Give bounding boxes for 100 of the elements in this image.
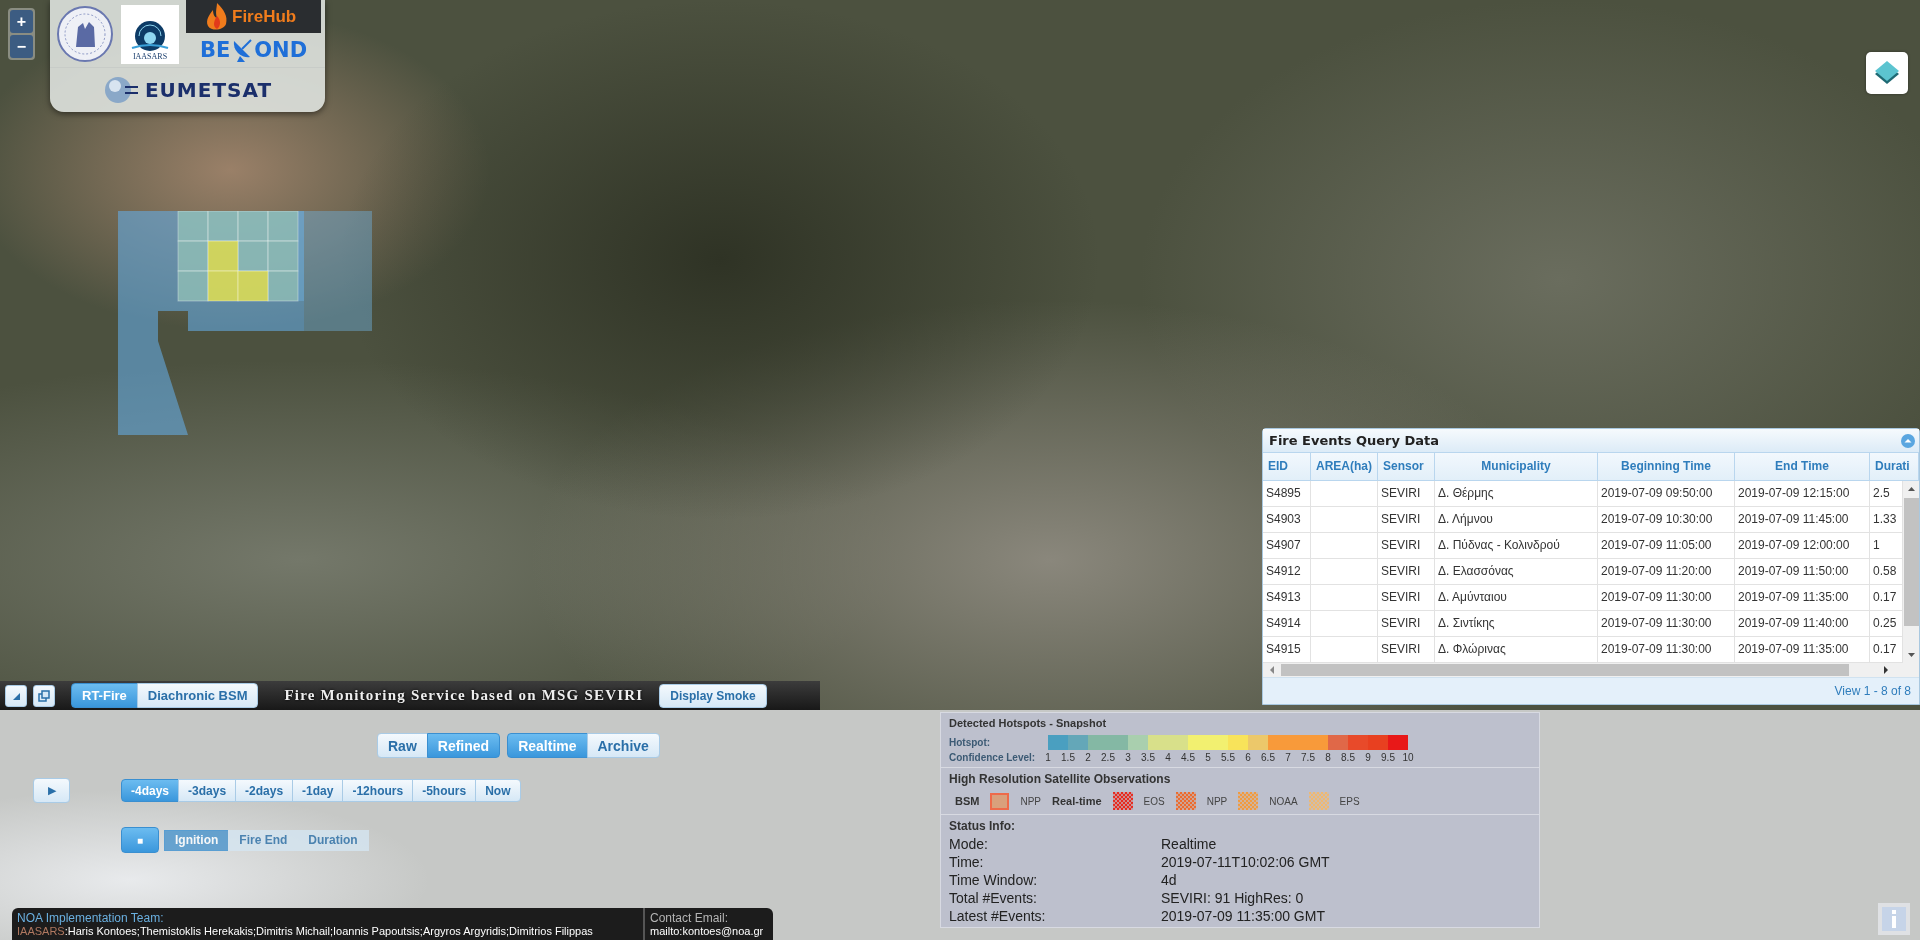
table-cell: S4913 xyxy=(1263,585,1311,610)
table-cell: 2019-07-09 11:35:00 xyxy=(1735,585,1870,610)
scale-tick-label: 1.5 xyxy=(1060,752,1076,763)
time-range-button[interactable]: -1day xyxy=(292,779,344,802)
column-header[interactable]: Sensor xyxy=(1378,453,1435,480)
table-cell: SEVIRI xyxy=(1378,559,1435,584)
table-cell: S4895 xyxy=(1263,481,1311,506)
scale-tick-label: 3.5 xyxy=(1140,752,1156,763)
table-cell: Δ. Λήμνου xyxy=(1435,507,1598,532)
contact-heading: Contact Email: xyxy=(650,911,730,925)
logo-text: BE xyxy=(199,38,231,62)
orbit-icon xyxy=(131,20,169,52)
scale-tick-label: 4 xyxy=(1164,752,1172,763)
status-value: 4d xyxy=(1161,871,1178,889)
status-value: 2019-07-09 11:35:00 GMT xyxy=(1161,907,1326,925)
table-cell: Δ. Θέρμης xyxy=(1435,481,1598,506)
scale-tick-label: 8 xyxy=(1324,752,1332,763)
zoom-in-button[interactable]: + xyxy=(10,10,33,33)
zoom-out-button[interactable]: − xyxy=(10,35,33,58)
time-range-button[interactable]: -5hours xyxy=(412,779,477,802)
collapse-icon[interactable] xyxy=(1901,433,1915,448)
table-cell: 2019-07-09 11:20:00 xyxy=(1598,559,1735,584)
column-header[interactable]: AREA(ha) xyxy=(1311,453,1378,480)
mode-tab[interactable]: Diachronic BSM xyxy=(136,683,259,708)
table-cell: 2019-07-09 11:30:00 xyxy=(1598,611,1735,636)
table-cell: SEVIRI xyxy=(1378,611,1435,636)
contact-link[interactable]: mailto:kontoes@noa.gr xyxy=(650,925,768,937)
scale-tick-label: 3 xyxy=(1124,752,1132,763)
scale-tick-label: 8.5 xyxy=(1340,752,1356,763)
table-cell: 2019-07-09 11:40:00 xyxy=(1735,611,1870,636)
scale-tick-label: 6 xyxy=(1244,752,1252,763)
time-range-button[interactable]: -3days xyxy=(178,779,237,802)
status-value: 2019-07-11T10:02:06 GMT xyxy=(1161,853,1331,871)
info-button[interactable] xyxy=(1878,903,1910,935)
legend-label: NOAA xyxy=(1269,795,1298,807)
emblem-icon xyxy=(56,5,114,63)
time-range-button[interactable]: -12hours xyxy=(342,779,414,802)
table-cell: SEVIRI xyxy=(1378,507,1435,532)
table-cell: S4912 xyxy=(1263,559,1311,584)
scale-tick-label: 5 xyxy=(1204,752,1212,763)
table-cell: 2019-07-09 11:30:00 xyxy=(1598,637,1735,662)
scale-tick-label: 9.5 xyxy=(1380,752,1396,763)
scale-tick-label: 2.5 xyxy=(1100,752,1116,763)
table-cell: S4907 xyxy=(1263,533,1311,558)
table-cell: Δ. Πύδνας - Κολινδρού xyxy=(1435,533,1598,558)
column-header[interactable]: Beginning Time xyxy=(1598,453,1735,480)
legend-title: High Resolution Satellite Observations xyxy=(949,772,1172,786)
satellite-dish-icon xyxy=(231,38,254,62)
column-header[interactable]: EID xyxy=(1263,453,1311,480)
product-toggle[interactable]: Raw xyxy=(377,733,428,758)
layers-button[interactable] xyxy=(1866,52,1908,94)
table-cell: 2019-07-09 10:30:00 xyxy=(1598,507,1735,532)
column-header[interactable]: End Time xyxy=(1735,453,1870,480)
logo-text: FireHub xyxy=(232,6,297,27)
status-label: Time: xyxy=(949,853,985,871)
legend-label: EPS xyxy=(1339,795,1360,807)
globe-icon xyxy=(102,75,139,105)
column-header[interactable]: Durati xyxy=(1870,453,1919,480)
time-range-button[interactable]: -4days xyxy=(121,779,180,802)
logo-text: EUMETSAT xyxy=(144,78,273,102)
team-members: :Haris Kontoes;Themistoklis Herekakis;Dimitris Michail;Ioannis Papoutsis;Argyros Argyridis;Dimitrios Filippas xyxy=(64,925,593,937)
vertical-scrollbar[interactable] xyxy=(1903,481,1919,663)
legend-label: EOS xyxy=(1143,795,1165,807)
window-button[interactable] xyxy=(33,684,55,707)
status-value: Realtime xyxy=(1161,835,1218,853)
status-title: Status Info: xyxy=(949,819,1016,833)
scale-tick-label: 7 xyxy=(1284,752,1292,763)
scale-tick-label: 7.5 xyxy=(1300,752,1316,763)
table-cell: Δ. Φλώρινας xyxy=(1435,637,1598,662)
time-range-button[interactable]: -2days xyxy=(235,779,294,802)
scale-tick-label: 4.5 xyxy=(1180,752,1196,763)
mode-toggle[interactable]: Archive xyxy=(586,733,660,758)
info-icon xyxy=(1890,910,1898,928)
status-label: Latest #Events: xyxy=(949,907,1047,925)
column-header[interactable]: Municipality xyxy=(1435,453,1598,480)
mode-toggle[interactable]: Realtime xyxy=(507,733,588,758)
scale-tick-label: 6.5 xyxy=(1260,752,1276,763)
confidence-label: Confidence Level: xyxy=(949,752,1037,763)
team-heading: NOA Implementation Team: xyxy=(17,911,165,925)
product-toggle[interactable]: Refined xyxy=(426,733,501,758)
legend-label: NPP xyxy=(1020,795,1041,807)
select-tool-button[interactable] xyxy=(5,684,27,707)
stop-button[interactable]: ■ xyxy=(121,827,159,853)
table-cell: 2019-07-09 11:50:00 xyxy=(1735,559,1870,584)
table-cell: SEVIRI xyxy=(1378,533,1435,558)
scale-tick-label: 10 xyxy=(1401,752,1415,763)
service-title: Fire Monitoring Service based on MSG SEVIRI xyxy=(284,687,644,704)
time-range-button[interactable]: Now xyxy=(475,779,521,802)
mode-tab[interactable]: RT-Fire xyxy=(71,683,138,708)
panel-title: Fire Events Query Data xyxy=(1269,433,1440,448)
table-cell: SEVIRI xyxy=(1378,481,1435,506)
legend-title: Detected Hotspots - Snapshot xyxy=(949,717,1108,729)
display-smoke-button[interactable]: Display Smoke xyxy=(659,683,767,708)
status-value: SEVIRI: 91 HighRes: 0 xyxy=(1161,889,1305,907)
legend-label: BSM xyxy=(955,795,980,807)
scale-tick-label: 1 xyxy=(1044,752,1052,763)
table-cell: Δ. Αμύνταιου xyxy=(1435,585,1598,610)
play-button[interactable]: ▶ xyxy=(33,778,70,803)
hotspot-label: Hotspot: xyxy=(949,737,992,748)
table-cell: S4915 xyxy=(1263,637,1311,662)
